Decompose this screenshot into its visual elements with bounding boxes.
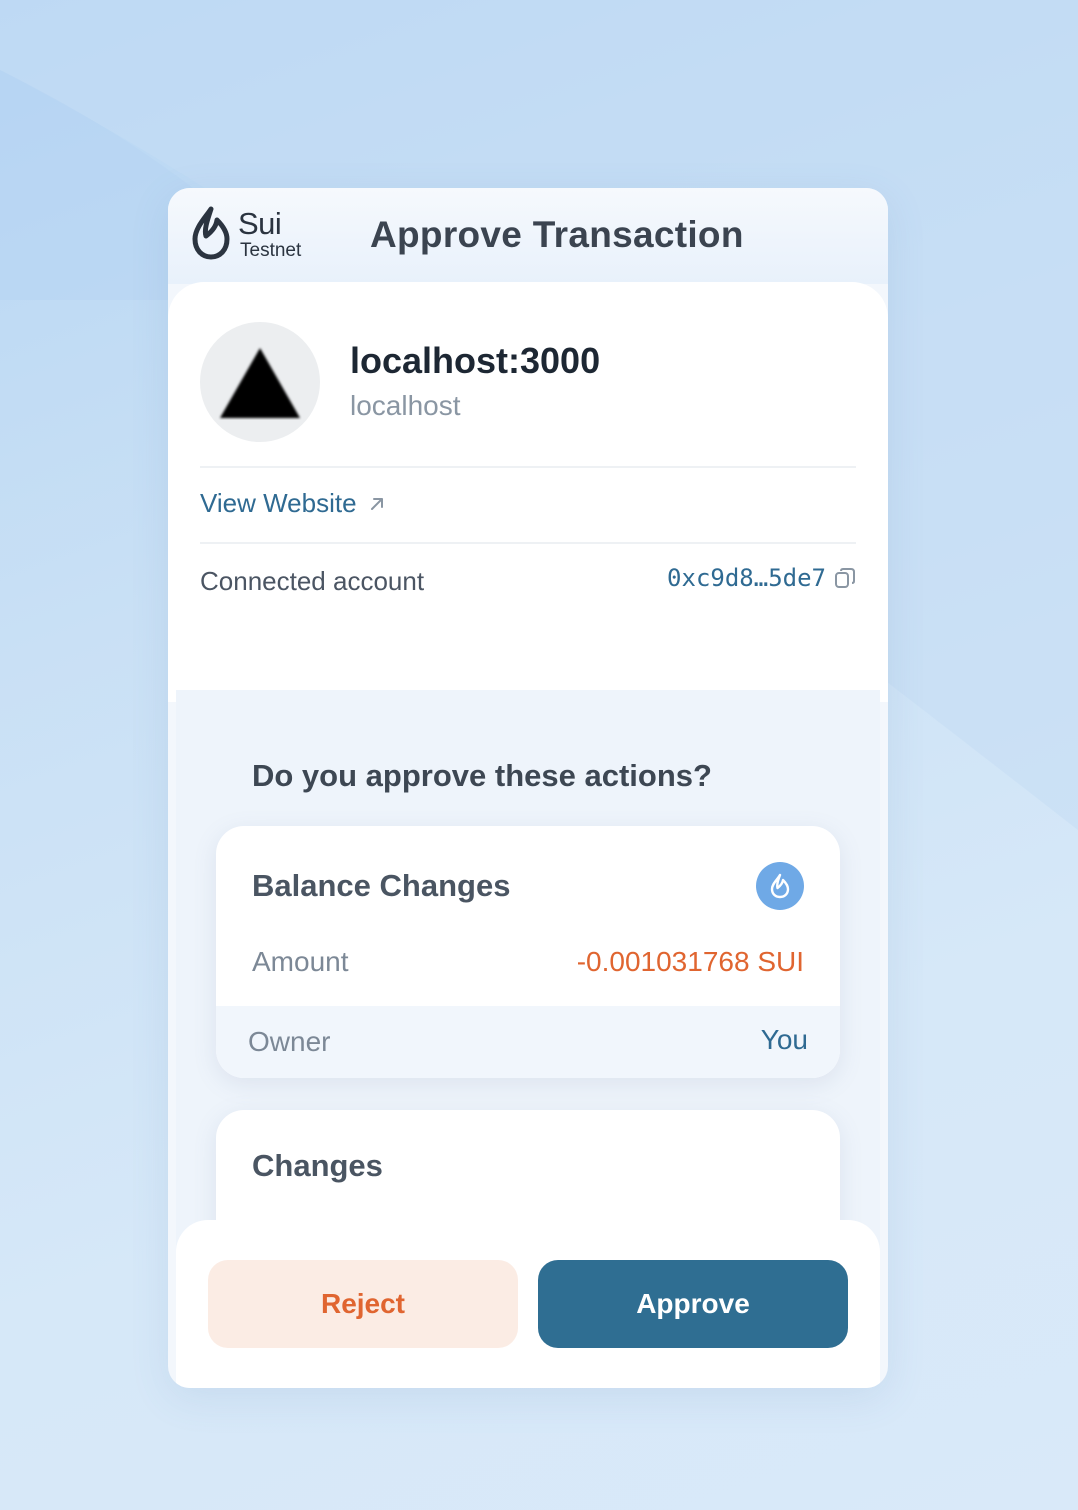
site-info-panel: localhost:3000 localhost View Website Co… <box>168 282 888 702</box>
amount-value: -0.001031768 SUI <box>576 946 804 977</box>
balance-changes-card: Balance Changes Amount -0.001031768 SUI … <box>216 826 840 1078</box>
divider <box>200 542 856 544</box>
approve-button[interactable]: Approve <box>538 1260 848 1348</box>
address-text: 0xc9d8…5de7 <box>667 564 826 592</box>
page-title: Approve Transaction <box>370 214 744 255</box>
site-avatar <box>200 322 320 442</box>
divider <box>200 466 856 468</box>
sui-drop-icon <box>192 206 230 260</box>
connected-account-label: Connected account <box>200 566 425 596</box>
actions-section: Do you approve these actions? Balance Ch… <box>176 690 880 1290</box>
wallet-window: Sui Testnet Approve Transaction localhos… <box>168 188 888 1388</box>
sui-logo: Sui Testnet <box>190 204 320 264</box>
footer-actions: Reject Approve <box>176 1220 880 1388</box>
reject-button[interactable]: Reject <box>208 1260 518 1348</box>
copy-icon[interactable] <box>834 567 856 589</box>
approve-question: Do you approve these actions? <box>252 758 712 793</box>
site-host: localhost <box>350 390 461 421</box>
view-website-link[interactable]: View Website <box>200 488 385 519</box>
network-label: Testnet <box>240 240 302 261</box>
owner-label: Owner <box>248 1026 331 1057</box>
owner-row: Owner You <box>216 1006 840 1078</box>
sui-drop-icon <box>770 873 790 899</box>
balance-changes-title: Balance Changes <box>252 868 511 903</box>
brand-name: Sui <box>238 206 282 241</box>
view-website-label: View Website <box>200 488 357 518</box>
header: Sui Testnet Approve Transaction <box>168 188 888 284</box>
sui-token-badge <box>756 862 804 910</box>
amount-label: Amount <box>252 946 349 977</box>
changes-title: Changes <box>252 1148 383 1183</box>
external-link-icon <box>370 497 383 510</box>
connected-account-address[interactable]: 0xc9d8…5de7 <box>667 564 856 592</box>
triangle-logo-icon <box>220 348 300 418</box>
owner-value: You <box>760 1024 808 1055</box>
site-name: localhost:3000 <box>350 340 601 381</box>
